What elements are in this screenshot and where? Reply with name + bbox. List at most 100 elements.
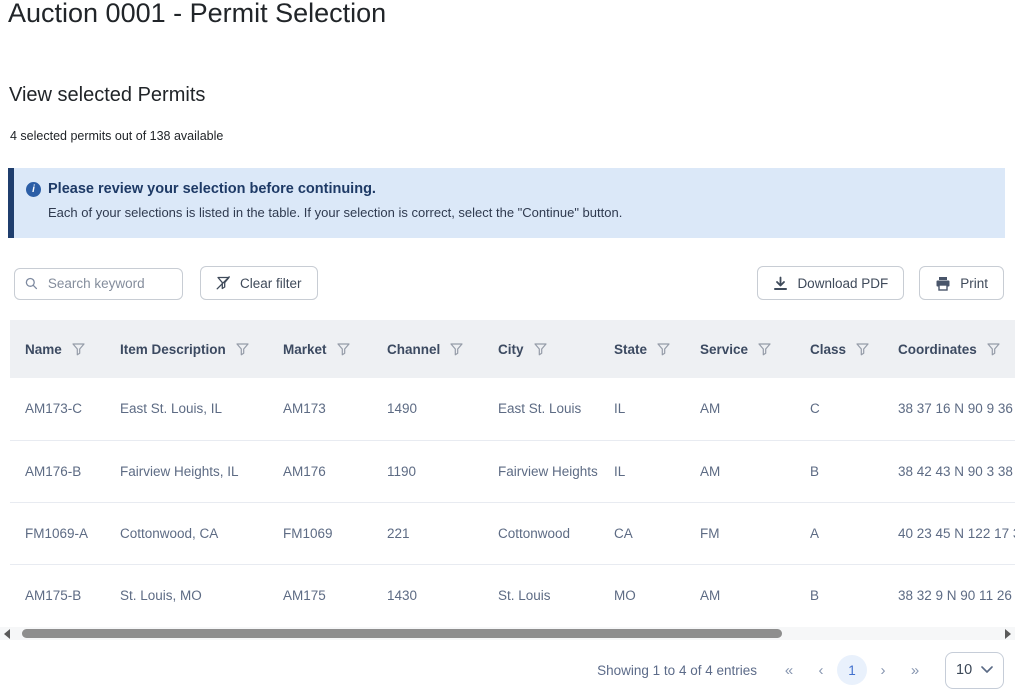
search-icon bbox=[25, 276, 38, 291]
column-label: Name bbox=[25, 342, 62, 357]
cell-state: MO bbox=[599, 564, 685, 626]
filter-icon[interactable] bbox=[657, 343, 670, 356]
cell-class: C bbox=[795, 378, 883, 440]
filter-icon[interactable] bbox=[758, 343, 771, 356]
cell-service: AM bbox=[685, 440, 795, 502]
permit-selection-page: Auction 0001 - Permit Selection View sel… bbox=[0, 0, 1015, 694]
cell-class: B bbox=[795, 440, 883, 502]
print-label: Print bbox=[960, 276, 988, 291]
cell-state: IL bbox=[599, 440, 685, 502]
cell-item-description: Cottonwood, CA bbox=[105, 502, 268, 564]
cell-coordinates: 38 37 16 N 90 9 36 bbox=[883, 378, 1015, 440]
cell-name: AM173-C bbox=[10, 378, 105, 440]
cell-market: AM176 bbox=[268, 440, 372, 502]
table-header-row: Name Item Description Market Channel Cit… bbox=[10, 320, 1015, 378]
toolbar-left: Clear filter bbox=[14, 266, 318, 300]
last-page-button[interactable]: » bbox=[899, 662, 931, 679]
column-header-state: State bbox=[599, 320, 685, 378]
column-label: State bbox=[614, 342, 647, 357]
filter-slash-icon bbox=[216, 276, 231, 290]
table-row: FM1069-A Cottonwood, CA FM1069 221 Cotto… bbox=[10, 502, 1015, 564]
print-button[interactable]: Print bbox=[919, 266, 1004, 300]
column-label: Class bbox=[810, 342, 846, 357]
info-icon: i bbox=[26, 182, 41, 197]
cell-item-description: Fairview Heights, IL bbox=[105, 440, 268, 502]
filter-icon[interactable] bbox=[534, 343, 547, 356]
cell-channel: 1490 bbox=[372, 378, 483, 440]
table-row: AM175-B St. Louis, MO AM175 1430 St. Lou… bbox=[10, 564, 1015, 626]
column-header-channel: Channel bbox=[372, 320, 483, 378]
cell-item-description: East St. Louis, IL bbox=[105, 378, 268, 440]
current-page-button[interactable]: 1 bbox=[837, 655, 867, 685]
review-banner: i Please review your selection before co… bbox=[8, 168, 1005, 238]
next-page-button[interactable]: › bbox=[867, 662, 899, 679]
cell-channel: 1430 bbox=[372, 564, 483, 626]
cell-market: FM1069 bbox=[268, 502, 372, 564]
page-size-select[interactable]: 10 bbox=[945, 652, 1004, 689]
filter-icon[interactable] bbox=[72, 343, 85, 356]
horizontal-scrollbar[interactable] bbox=[0, 627, 1015, 640]
scrollbar-thumb[interactable] bbox=[22, 629, 782, 638]
download-pdf-button[interactable]: Download PDF bbox=[757, 266, 904, 300]
filter-icon[interactable] bbox=[450, 343, 463, 356]
cell-coordinates: 40 23 45 N 122 17 3 bbox=[883, 502, 1015, 564]
cell-service: FM bbox=[685, 502, 795, 564]
cell-class: A bbox=[795, 502, 883, 564]
column-header-service: Service bbox=[685, 320, 795, 378]
cell-item-description: St. Louis, MO bbox=[105, 564, 268, 626]
column-label: Market bbox=[283, 342, 327, 357]
first-page-button[interactable]: « bbox=[773, 662, 805, 679]
cell-coordinates: 38 42 43 N 90 3 38 bbox=[883, 440, 1015, 502]
printer-icon bbox=[935, 276, 951, 291]
page-title: Auction 0001 - Permit Selection bbox=[8, 0, 386, 29]
cell-name: FM1069-A bbox=[10, 502, 105, 564]
download-pdf-label: Download PDF bbox=[797, 276, 888, 291]
column-header-item-description: Item Description bbox=[105, 320, 268, 378]
column-header-city: City bbox=[483, 320, 599, 378]
filter-icon[interactable] bbox=[987, 343, 1000, 356]
page-size-value: 10 bbox=[956, 662, 972, 678]
search-input[interactable] bbox=[46, 275, 172, 292]
cell-city: Fairview Heights bbox=[483, 440, 599, 502]
cell-market: AM175 bbox=[268, 564, 372, 626]
filter-icon[interactable] bbox=[236, 343, 249, 356]
download-icon bbox=[773, 276, 788, 291]
cell-state: CA bbox=[599, 502, 685, 564]
clear-filter-label: Clear filter bbox=[240, 276, 302, 291]
table-row: AM173-C East St. Louis, IL AM173 1490 Ea… bbox=[10, 378, 1015, 440]
filter-icon[interactable] bbox=[856, 343, 869, 356]
cell-class: B bbox=[795, 564, 883, 626]
column-label: Service bbox=[700, 342, 748, 357]
column-label: Item Description bbox=[120, 342, 226, 357]
cell-name: AM175-B bbox=[10, 564, 105, 626]
column-label: City bbox=[498, 342, 524, 357]
cell-city: East St. Louis bbox=[483, 378, 599, 440]
section-title: View selected Permits bbox=[9, 84, 205, 107]
column-header-class: Class bbox=[795, 320, 883, 378]
search-box[interactable] bbox=[14, 268, 183, 300]
entries-summary: Showing 1 to 4 of 4 entries bbox=[597, 663, 757, 678]
clear-filter-button[interactable]: Clear filter bbox=[200, 266, 318, 300]
filter-icon[interactable] bbox=[337, 343, 350, 356]
column-label: Channel bbox=[387, 342, 440, 357]
permits-table: Name Item Description Market Channel Cit… bbox=[10, 320, 1015, 626]
cell-market: AM173 bbox=[268, 378, 372, 440]
column-header-coordinates: Coordinates bbox=[883, 320, 1015, 378]
banner-title: Please review your selection before cont… bbox=[48, 181, 376, 197]
prev-page-button[interactable]: ‹ bbox=[805, 662, 837, 679]
pagination-bar: Showing 1 to 4 of 4 entries « ‹ 1 › » 10 bbox=[597, 651, 1004, 689]
banner-title-row: i Please review your selection before co… bbox=[26, 181, 1005, 197]
toolbar-right: Download PDF Print bbox=[757, 266, 1004, 300]
scrollbar-track[interactable] bbox=[10, 627, 1005, 640]
chevron-down-icon bbox=[981, 666, 993, 674]
table-row: AM176-B Fairview Heights, IL AM176 1190 … bbox=[10, 440, 1015, 502]
cell-city: Cottonwood bbox=[483, 502, 599, 564]
cell-state: IL bbox=[599, 378, 685, 440]
selection-summary: 4 selected permits out of 138 available bbox=[10, 129, 223, 143]
scroll-right-icon[interactable] bbox=[1005, 629, 1011, 639]
cell-channel: 1190 bbox=[372, 440, 483, 502]
column-label: Coordinates bbox=[898, 342, 977, 357]
cell-name: AM176-B bbox=[10, 440, 105, 502]
cell-service: AM bbox=[685, 564, 795, 626]
cell-channel: 221 bbox=[372, 502, 483, 564]
